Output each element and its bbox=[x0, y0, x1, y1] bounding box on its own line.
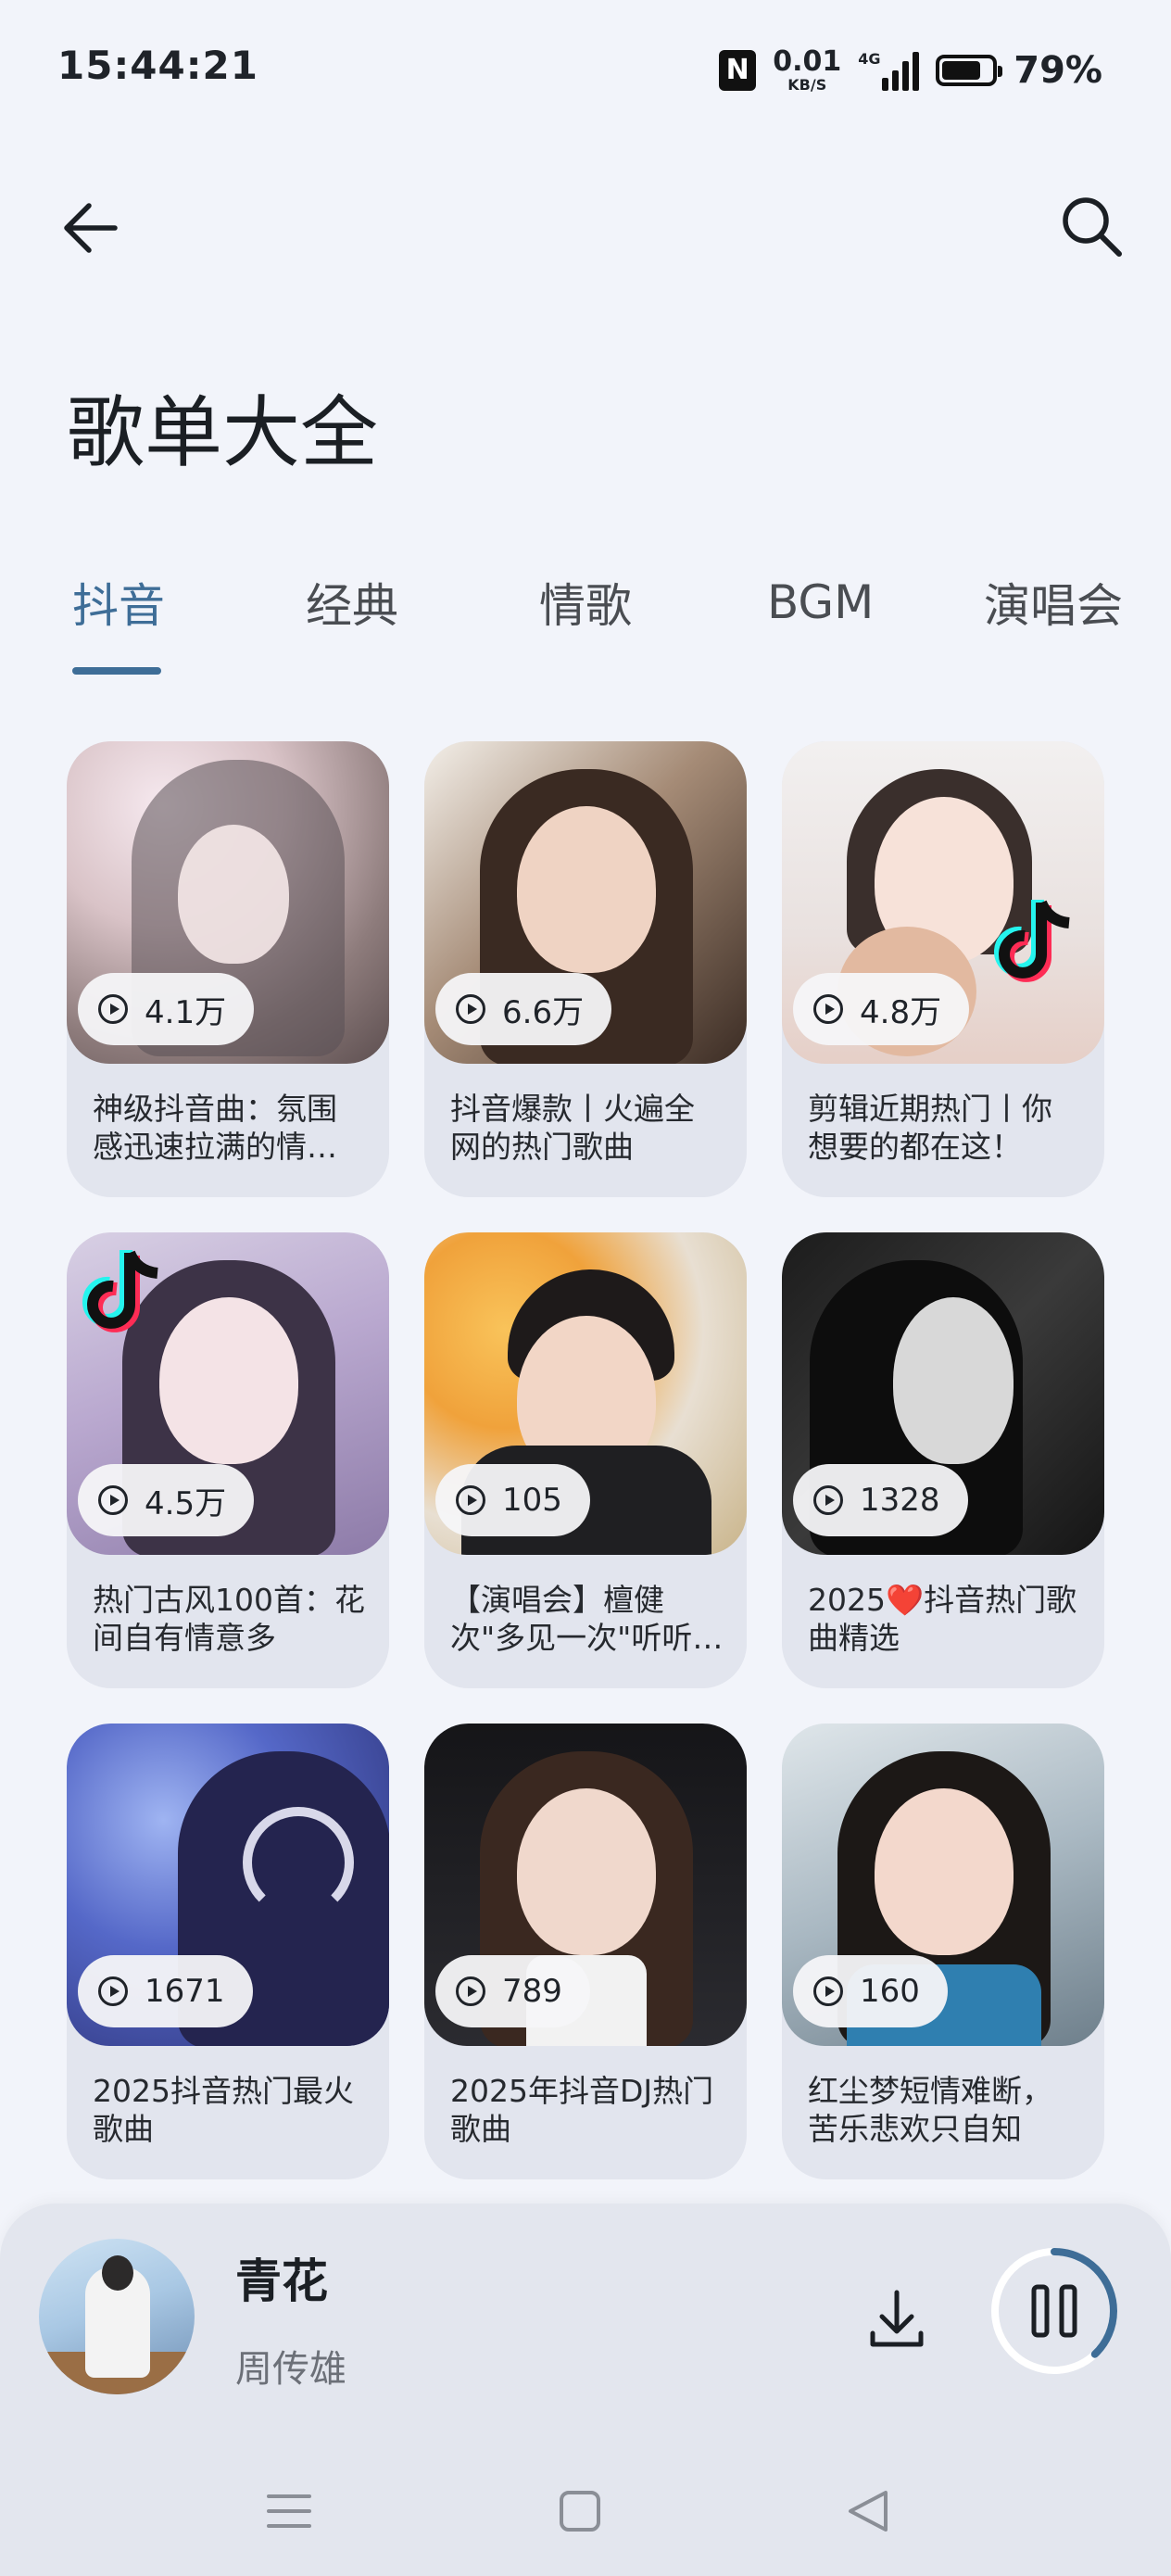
playlist-title: 神级抖音曲：氛围感迅速拉满的情歌合集 bbox=[93, 1091, 337, 1165]
status-bar: 15:44:21 N 0.01 KB/S 4G 79% bbox=[0, 0, 1171, 139]
arrow-left-icon bbox=[64, 203, 118, 253]
playlist-title: 剪辑近期热门丨你想要的都在这！ bbox=[808, 1091, 1052, 1165]
page-title: 歌单大全 bbox=[67, 387, 379, 478]
home-button[interactable] bbox=[543, 2474, 617, 2548]
download-button[interactable] bbox=[860, 2278, 934, 2361]
playlist-title: 2025❤️抖音热门歌曲精选 bbox=[808, 1582, 1077, 1656]
play-count: 6.6万 bbox=[502, 993, 585, 1031]
nfc-icon: N bbox=[719, 50, 757, 91]
play-count: 4.8万 bbox=[860, 993, 942, 1031]
playlist-card[interactable]: 160 红尘梦短情难断，苦乐悲欢只自知 bbox=[782, 1724, 1104, 2179]
home-icon bbox=[560, 2491, 600, 2532]
status-icons: N 0.01 KB/S 4G 79% bbox=[719, 43, 1102, 98]
playlist-card[interactable]: 105 【演唱会】檀健次"多见一次"听听现场 bbox=[424, 1232, 747, 1688]
network-speed-unit: KB/S bbox=[787, 76, 827, 94]
play-icon bbox=[813, 994, 843, 1024]
playlist-card[interactable]: 6.6万 抖音爆款丨火遍全网的热门歌曲 bbox=[424, 741, 747, 1197]
play-count: 4.1万 bbox=[145, 993, 227, 1031]
search-icon bbox=[1063, 197, 1122, 257]
pause-button[interactable] bbox=[988, 2244, 1121, 2378]
category-tabs: 抖音 经典 情歌 BGM 演唱会 bbox=[0, 556, 1171, 676]
tab-bgm[interactable]: BGM bbox=[767, 556, 874, 649]
playlist-card[interactable]: 4.5万 热门古风100首：花间自有情意多 bbox=[67, 1232, 389, 1688]
play-count-badge: 160 bbox=[793, 1955, 948, 2027]
back-button[interactable] bbox=[50, 176, 133, 269]
playlist-title: 红尘梦短情难断，苦乐悲欢只自知 bbox=[808, 2073, 1052, 2147]
playlist-title: 2025年抖音DJ热门歌曲 bbox=[450, 2073, 714, 2147]
download-icon bbox=[870, 2290, 924, 2347]
tiktok-logo-icon bbox=[994, 900, 1070, 982]
tab-classic[interactable]: 经典 bbox=[306, 556, 398, 649]
pause-icon bbox=[991, 2248, 1117, 2374]
album-art[interactable] bbox=[39, 2239, 195, 2394]
play-count-badge: 6.6万 bbox=[435, 973, 612, 1045]
battery-icon bbox=[936, 55, 1003, 86]
signal-icon: 4G bbox=[858, 50, 920, 91]
play-count: 789 bbox=[502, 1973, 562, 2010]
song-artist: 周传雄 bbox=[235, 2348, 346, 2391]
tiktok-logo-icon bbox=[82, 1250, 158, 1332]
playlist-card[interactable]: 4.8万 剪辑近期热门丨你想要的都在这！ bbox=[782, 741, 1104, 1197]
tab-douyin[interactable]: 抖音 bbox=[72, 556, 165, 649]
play-count-badge: 4.1万 bbox=[78, 973, 255, 1045]
search-button[interactable] bbox=[1051, 176, 1134, 269]
network-type: 4G bbox=[858, 50, 881, 68]
playlist-title: 【演唱会】檀健次"多见一次"听听现场 bbox=[450, 1582, 724, 1656]
tab-love-songs[interactable]: 情歌 bbox=[539, 556, 632, 649]
play-count-badge: 1671 bbox=[78, 1955, 253, 2027]
playlist-title: 热门古风100首：花间自有情意多 bbox=[93, 1582, 365, 1656]
play-count-badge: 105 bbox=[435, 1464, 590, 1536]
play-icon bbox=[98, 1976, 128, 2006]
playlist-card[interactable]: 789 2025年抖音DJ热门歌曲 bbox=[424, 1724, 747, 2179]
battery-percent: 79% bbox=[1014, 49, 1102, 92]
play-count: 160 bbox=[860, 1973, 920, 2010]
status-time: 15:44:21 bbox=[57, 43, 258, 88]
play-icon bbox=[98, 1485, 128, 1515]
playlist-card[interactable]: 1328 2025❤️抖音热门歌曲精选 bbox=[782, 1232, 1104, 1688]
play-count-badge: 4.5万 bbox=[78, 1464, 255, 1536]
network-speed: 0.01 KB/S bbox=[773, 48, 841, 93]
play-count: 4.5万 bbox=[145, 1484, 227, 1522]
play-count-badge: 1328 bbox=[793, 1464, 968, 1536]
tab-concert[interactable]: 演唱会 bbox=[984, 556, 1123, 649]
back-nav-button[interactable] bbox=[832, 2474, 906, 2548]
menu-button[interactable] bbox=[252, 2474, 326, 2548]
network-speed-value: 0.01 bbox=[773, 45, 842, 78]
play-count-badge: 4.8万 bbox=[793, 973, 970, 1045]
tab-indicator bbox=[72, 667, 161, 675]
play-icon bbox=[98, 994, 128, 1024]
play-count: 105 bbox=[502, 1482, 562, 1519]
play-icon bbox=[813, 1485, 843, 1515]
back-triangle-icon bbox=[849, 2491, 888, 2532]
play-icon bbox=[456, 994, 485, 1024]
play-icon bbox=[456, 1976, 485, 2006]
playlist-card[interactable]: 4.1万 神级抖音曲：氛围感迅速拉满的情歌合集 bbox=[67, 741, 389, 1197]
menu-icon bbox=[267, 2494, 311, 2528]
system-nav-bar bbox=[0, 2446, 1171, 2576]
top-bar bbox=[0, 167, 1171, 278]
play-count: 1671 bbox=[145, 1973, 225, 2010]
play-count: 1328 bbox=[860, 1482, 940, 1519]
play-icon bbox=[456, 1485, 485, 1515]
playlist-card[interactable]: 1671 2025抖音热门最火歌曲 bbox=[67, 1724, 389, 2179]
playlist-title: 抖音爆款丨火遍全网的热门歌曲 bbox=[450, 1091, 695, 1165]
playlist-title: 2025抖音热门最火歌曲 bbox=[93, 2073, 354, 2147]
play-count-badge: 789 bbox=[435, 1955, 590, 2027]
play-icon bbox=[813, 1976, 843, 2006]
song-title: 青花 bbox=[235, 2254, 328, 2308]
